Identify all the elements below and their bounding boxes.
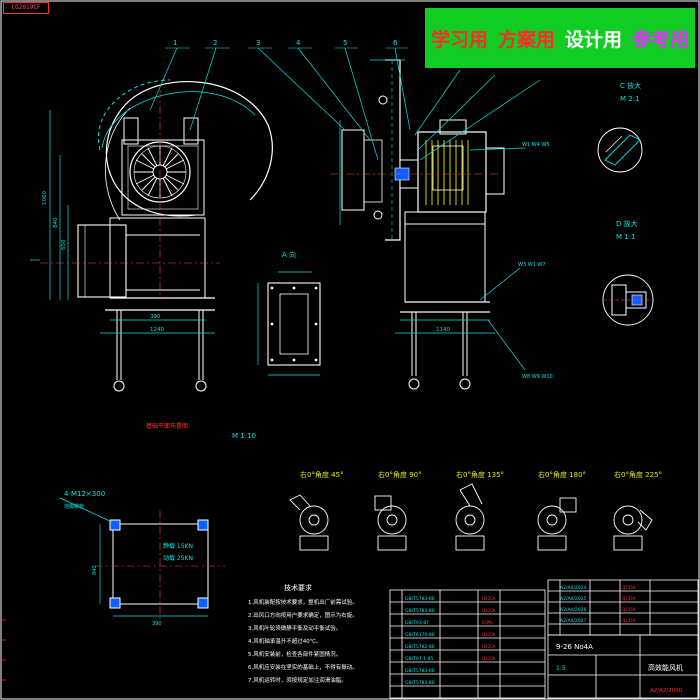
title-scale: 1:5 — [556, 665, 566, 672]
svg-text:65Mn: 65Mn — [482, 620, 494, 625]
callout-4: 4 — [296, 39, 301, 47]
svg-text:A2/A4/2025: A2/A4/2025 — [560, 596, 587, 602]
orientation-label-90: 右0°角度 90° — [378, 470, 422, 479]
title-model: 9-26 No4A — [556, 643, 593, 651]
svg-text:GB/T93-87: GB/T93-87 — [405, 620, 429, 626]
orientation-label-180: 右0°角度 180° — [538, 470, 586, 479]
banner-item-plan: 方案用 — [497, 28, 555, 51]
tech-req-title: 技术要求 — [284, 583, 312, 592]
weld-label-2: W3 W1 W7 — [518, 262, 546, 268]
svg-text:A2/A4/2024: A2/A4/2024 — [560, 585, 587, 591]
orientation-label-225: 右0°角度 225° — [614, 470, 662, 479]
title-name: 高效能风机 — [648, 663, 683, 672]
side-view — [330, 59, 505, 390]
dim-side-length: 1140 — [436, 327, 450, 333]
svg-text:GB/T5782-86: GB/T5782-86 — [405, 644, 435, 650]
usage-banner: 学习用 方案用 设计用 参考用 — [425, 8, 695, 68]
detail-c-scale: M 2:1 — [620, 95, 640, 103]
orientation-label-135: 右0°角度 135° — [456, 470, 504, 479]
foundation-title: 基础平面布置图 — [146, 422, 188, 430]
callout-1: 1 — [173, 39, 177, 47]
note-3: 3.风机叶轮须做静平衡及动平衡试验。 — [248, 624, 341, 632]
svg-text:GB/T5783-86: GB/T5783-86 — [405, 668, 435, 674]
cad-drawing: GB/T5783-86 GB/T5783-86 GB/T93-87 GB/T6170… — [0, 0, 700, 700]
orientation-45 — [289, 494, 329, 551]
svg-text:Q235A: Q235A — [622, 585, 636, 590]
foundation-dim-w: 390 — [152, 621, 162, 627]
svg-text:Q235A: Q235A — [482, 596, 496, 601]
callout-6: 6 — [393, 39, 398, 47]
section-a-label: A 向 — [282, 250, 296, 259]
detail-d-scale: M 1:1 — [616, 233, 636, 241]
detail-c-label: C 放大 — [620, 81, 641, 90]
svg-text:GB/T5783-86: GB/T5783-86 — [405, 596, 435, 602]
weld-label-1: W1 W4 W5 — [522, 142, 550, 148]
orientation-icons — [289, 483, 653, 551]
svg-text:Q235A: Q235A — [622, 607, 636, 612]
orientation-label-45: 右0°角度 45° — [300, 470, 344, 479]
orientation-90 — [374, 495, 407, 551]
title-drawing-no: A2/A2/2000 — [650, 688, 683, 694]
note-1: 1.风机装配按技术要求，整机出厂前需试验。 — [248, 598, 358, 606]
svg-text:A2/A4/2027: A2/A4/2027 — [560, 618, 587, 624]
foundation-plan — [59, 497, 225, 620]
detail-d-view — [602, 274, 654, 326]
orientation-135 — [455, 483, 485, 551]
svg-text:Q235A: Q235A — [622, 618, 636, 623]
note-2: 2.出风口方向按用户要求确定，图示为右旋。 — [248, 611, 358, 619]
note-4: 4.风机轴承温升不超过40℃。 — [248, 637, 321, 645]
detail-c-view — [597, 127, 643, 173]
callout-5: 5 — [343, 39, 347, 47]
title-block — [389, 579, 699, 699]
corner-code: CG2019CF — [3, 2, 49, 14]
svg-text:GB/T97.1-85: GB/T97.1-85 — [405, 656, 433, 662]
banner-item-design: 设计用 — [565, 28, 623, 51]
callout-leaders — [149, 47, 541, 371]
foundation-scale: M 1:10 — [232, 432, 256, 440]
section-a-view — [257, 271, 321, 376]
orientation-180 — [537, 497, 577, 551]
load-dynamic: 动载 25KN — [163, 554, 193, 562]
svg-text:Q235A: Q235A — [482, 632, 496, 637]
svg-text:Q235A: Q235A — [482, 644, 496, 649]
bolt-note: 地脚螺栓 — [64, 503, 84, 510]
note-7: 7.风机运转时，须按规定加注润滑油脂。 — [248, 676, 347, 684]
detail-d-label: D 放大 — [616, 219, 638, 228]
orientation-225 — [613, 505, 653, 551]
note-6: 6.风机应安装在坚实的基础上，不得有振动。 — [248, 663, 358, 671]
drawing-frame — [0, 0, 700, 700]
svg-text:GB/T5783-86: GB/T5783-86 — [405, 680, 435, 686]
svg-text:GB/T6170-86: GB/T6170-86 — [405, 632, 435, 638]
svg-text:A2/A4/2026: A2/A4/2026 — [560, 607, 587, 613]
foundation-dim-h: 840 — [92, 565, 98, 575]
dim-left-2: 840 — [53, 217, 59, 228]
banner-item-study: 学习用 — [430, 28, 488, 51]
dim-front-base: 1240 — [150, 327, 164, 333]
front-view — [30, 79, 273, 392]
dim-left-1: 1060 — [42, 191, 48, 205]
svg-text:Q235A: Q235A — [622, 596, 636, 601]
callout-2: 2 — [213, 39, 217, 47]
banner-item-reference: 参考用 — [632, 28, 690, 51]
note-5: 5.风机安装前，检查各部件紧固情况。 — [248, 650, 341, 658]
svg-text:Q235A: Q235A — [482, 608, 496, 613]
svg-text:Q235A: Q235A — [482, 656, 496, 661]
load-static: 静载 15KN — [163, 542, 193, 550]
dim-front-width: 390 — [150, 314, 161, 320]
callout-3: 3 — [256, 39, 260, 47]
svg-text:GB/T5783-86: GB/T5783-86 — [405, 608, 435, 614]
weld-label-3: W8 W9 W10 — [522, 374, 553, 380]
dim-left-3: 650 — [61, 239, 67, 250]
bolt-spec: 4-M12×300 — [64, 490, 105, 498]
